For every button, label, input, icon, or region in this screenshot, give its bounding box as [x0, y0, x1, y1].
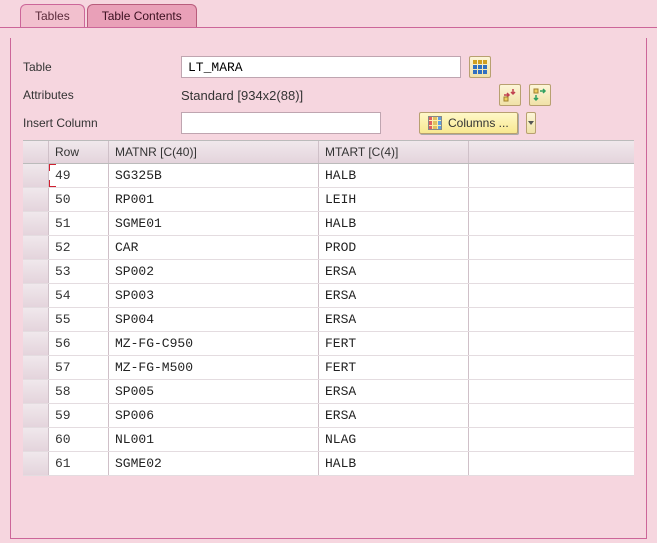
row-number: 56	[49, 332, 109, 355]
table-contents-panel: Table Attributes Standard [934x2(88)] In…	[10, 38, 647, 539]
table-row[interactable]: 58SP005ERSA	[23, 380, 634, 404]
col-header-matnr[interactable]: MATNR [C(40)]	[109, 141, 319, 163]
cell-mtart[interactable]: FERT	[319, 356, 469, 379]
cell-matnr[interactable]: SP003	[109, 284, 319, 307]
row-handle[interactable]	[23, 428, 49, 451]
grid-body: 49SG325BHALB50RP001LEIH51SGME01HALB52CAR…	[23, 164, 634, 476]
row-number: 51	[49, 212, 109, 235]
label-insert-column: Insert Column	[23, 116, 173, 130]
row-handle[interactable]	[23, 404, 49, 427]
tab-table-contents[interactable]: Table Contents	[87, 4, 197, 27]
row-number: 53	[49, 260, 109, 283]
attributes-value: Standard [934x2(88)]	[181, 88, 461, 103]
cell-matnr[interactable]: SGME01	[109, 212, 319, 235]
row-handle[interactable]	[23, 260, 49, 283]
row-number: 59	[49, 404, 109, 427]
table-row[interactable]: 53SP002ERSA	[23, 260, 634, 284]
row-number: 55	[49, 308, 109, 331]
table-row[interactable]: 56MZ-FG-C950FERT	[23, 332, 634, 356]
tab-tables[interactable]: Tables	[20, 4, 85, 27]
cell-mtart[interactable]: HALB	[319, 212, 469, 235]
cell-matnr[interactable]: CAR	[109, 236, 319, 259]
row-number: 61	[49, 452, 109, 475]
row-handle[interactable]	[23, 308, 49, 331]
row-handle[interactable]	[23, 164, 49, 187]
row-handle[interactable]	[23, 284, 49, 307]
cell-mtart[interactable]: PROD	[319, 236, 469, 259]
table-name-input[interactable]	[181, 56, 461, 78]
table-row[interactable]: 57MZ-FG-M500FERT	[23, 356, 634, 380]
row-handle[interactable]	[23, 212, 49, 235]
label-attributes: Attributes	[23, 88, 173, 102]
table-row[interactable]: 59SP006ERSA	[23, 404, 634, 428]
cell-matnr[interactable]: SP002	[109, 260, 319, 283]
row-number: 50	[49, 188, 109, 211]
columns-icon	[428, 116, 442, 130]
table-row[interactable]: 61SGME02HALB	[23, 452, 634, 476]
chevron-down-icon	[528, 121, 534, 125]
cell-matnr[interactable]: SP004	[109, 308, 319, 331]
columns-button[interactable]: Columns ...	[419, 112, 518, 134]
cell-matnr[interactable]: MZ-FG-M500	[109, 356, 319, 379]
cell-mtart[interactable]: ERSA	[319, 260, 469, 283]
cell-matnr[interactable]: NL001	[109, 428, 319, 451]
cell-matnr[interactable]: SP006	[109, 404, 319, 427]
table-row[interactable]: 51SGME01HALB	[23, 212, 634, 236]
tab-bar: Tables Table Contents	[0, 0, 657, 28]
table-icon	[473, 60, 487, 74]
table-row[interactable]: 52CARPROD	[23, 236, 634, 260]
table-row[interactable]: 49SG325BHALB	[23, 164, 634, 188]
label-table: Table	[23, 60, 173, 74]
expand-columns-button[interactable]	[529, 84, 551, 106]
cell-matnr[interactable]: RP001	[109, 188, 319, 211]
arrows-out-icon	[533, 88, 547, 102]
table-row[interactable]: 55SP004ERSA	[23, 308, 634, 332]
row-number: 49	[49, 164, 109, 187]
columns-dropdown-button[interactable]	[526, 112, 536, 134]
row-handle[interactable]	[23, 332, 49, 355]
row-number: 54	[49, 284, 109, 307]
row-handle[interactable]	[23, 356, 49, 379]
row-handle[interactable]	[23, 452, 49, 475]
table-row[interactable]: 54SP003ERSA	[23, 284, 634, 308]
col-header-rowhandle[interactable]	[23, 141, 49, 163]
cell-mtart[interactable]: ERSA	[319, 284, 469, 307]
data-grid: Row MATNR [C(40)] MTART [C(4)] 49SG325BH…	[23, 140, 634, 476]
cell-matnr[interactable]: SP005	[109, 380, 319, 403]
cell-matnr[interactable]: SG325B	[109, 164, 319, 187]
cell-matnr[interactable]: MZ-FG-C950	[109, 332, 319, 355]
cell-mtart[interactable]: ERSA	[319, 308, 469, 331]
columns-button-label: Columns ...	[448, 116, 509, 130]
row-number: 52	[49, 236, 109, 259]
row-number: 57	[49, 356, 109, 379]
cell-mtart[interactable]: ERSA	[319, 404, 469, 427]
cell-mtart[interactable]: HALB	[319, 164, 469, 187]
cell-mtart[interactable]: LEIH	[319, 188, 469, 211]
insert-column-input[interactable]	[181, 112, 381, 134]
cell-mtart[interactable]: NLAG	[319, 428, 469, 451]
cell-mtart[interactable]: HALB	[319, 452, 469, 475]
row-number: 60	[49, 428, 109, 451]
grid-header: Row MATNR [C(40)] MTART [C(4)]	[23, 141, 634, 164]
cell-matnr[interactable]: SGME02	[109, 452, 319, 475]
shrink-columns-button[interactable]	[499, 84, 521, 106]
row-number: 58	[49, 380, 109, 403]
cell-mtart[interactable]: ERSA	[319, 380, 469, 403]
arrows-in-icon	[503, 88, 517, 102]
value-help-button[interactable]	[469, 56, 491, 78]
table-row[interactable]: 50RP001LEIH	[23, 188, 634, 212]
table-row[interactable]: 60NL001NLAG	[23, 428, 634, 452]
row-handle[interactable]	[23, 380, 49, 403]
col-header-mtart[interactable]: MTART [C(4)]	[319, 141, 469, 163]
cell-mtart[interactable]: FERT	[319, 332, 469, 355]
col-header-row[interactable]: Row	[49, 141, 109, 163]
row-handle[interactable]	[23, 188, 49, 211]
row-handle[interactable]	[23, 236, 49, 259]
